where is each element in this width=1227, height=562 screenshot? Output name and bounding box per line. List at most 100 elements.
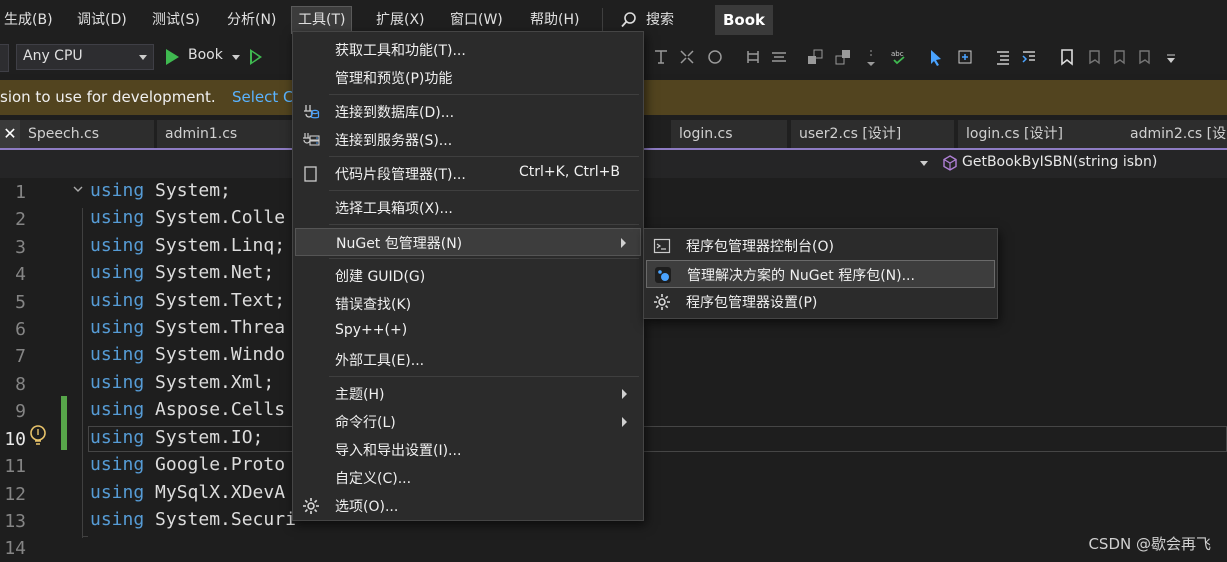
pointer-icon[interactable] <box>928 48 946 66</box>
code-line: using MySqlX.XDevA <box>90 482 286 503</box>
tab-user2-design[interactable]: user2.cs [设计] <box>791 120 954 148</box>
spellcheck-icon[interactable]: abc <box>890 48 908 66</box>
lightbulb-icon[interactable] <box>28 424 48 448</box>
snippet-icon <box>304 166 317 182</box>
menu-separator <box>329 258 639 259</box>
menu-item-command-line[interactable]: 命令行(L) <box>295 408 641 436</box>
indent-guide <box>82 208 83 538</box>
next-bookmark-icon[interactable] <box>1110 48 1128 66</box>
toolbar-overflow-icon[interactable] <box>1162 48 1180 66</box>
menu-item-package-console[interactable]: 程序包管理器控制台(O) <box>646 232 995 260</box>
menu-item-theme[interactable]: 主题(H) <box>295 380 641 408</box>
prev-bookmark-icon[interactable] <box>1084 48 1102 66</box>
align-center-icon[interactable] <box>770 48 788 66</box>
code-line: using Aspose.Cells <box>90 399 286 420</box>
tab-order-icon[interactable] <box>956 48 974 66</box>
menu-extensions[interactable]: 扩展(X) <box>370 7 431 33</box>
menu-item-spy[interactable]: Spy++(+) <box>295 318 641 346</box>
platform-value: Any CPU <box>23 48 83 64</box>
menu-separator <box>329 190 639 191</box>
line-number: 8 <box>15 374 26 395</box>
start-without-debug-icon[interactable] <box>250 49 262 65</box>
chevron-down-icon <box>139 55 147 60</box>
line-number: 6 <box>15 319 26 340</box>
menu-separator <box>329 94 639 95</box>
code-line-current: using System.IO; <box>90 427 264 448</box>
comment-icon[interactable] <box>1020 48 1038 66</box>
code-line: using System; <box>90 180 231 201</box>
code-line: using System.Windo <box>90 344 286 365</box>
close-icon[interactable]: ✕ <box>0 120 20 148</box>
info-link[interactable]: Select C <box>232 88 294 106</box>
menu-item-error-lookup[interactable]: 错误查找(K) <box>295 290 641 318</box>
code-line: using System.Linq; <box>90 235 286 256</box>
line-number: 12 <box>4 484 26 505</box>
more-options-icon[interactable] <box>862 48 880 66</box>
outline-icon[interactable] <box>994 48 1012 66</box>
gear-icon <box>654 294 670 310</box>
resize-icon[interactable] <box>678 48 696 66</box>
send-back-icon[interactable] <box>834 48 852 66</box>
line-number: 1 <box>15 182 26 203</box>
search-icon[interactable] <box>620 11 638 29</box>
indent-guide-end <box>82 536 88 537</box>
code-line: using System.Xml; <box>90 372 275 393</box>
menu-item-get-tools[interactable]: 获取工具和功能(T)... <box>295 36 641 64</box>
line-number: 9 <box>15 401 26 422</box>
change-indicator <box>61 396 67 450</box>
solution-title: Book <box>715 5 773 35</box>
menu-separator <box>329 376 639 377</box>
line-number: 11 <box>4 456 26 477</box>
line-number-current: 10 <box>4 429 26 450</box>
menu-item-options[interactable]: 选项(O)... <box>295 492 641 520</box>
menu-help[interactable]: 帮助(H) <box>524 7 585 33</box>
menu-tools[interactable]: 工具(T) <box>291 6 353 34</box>
tools-menu: 获取工具和功能(T)... 管理和预览(P)功能 连接到数据库(D)... 连接… <box>292 31 644 521</box>
zoom-icon[interactable] <box>706 48 724 66</box>
menu-item-nuget[interactable]: NuGet 包管理器(N) <box>295 228 641 256</box>
align-icon[interactable] <box>744 48 762 66</box>
menu-item-connect-database[interactable]: 连接到数据库(D)... <box>295 98 641 126</box>
tab-speech-cs[interactable]: Speech.cs <box>20 120 154 148</box>
search-label[interactable]: 搜索 <box>646 7 674 33</box>
menu-item-connect-server[interactable]: 连接到服务器(S)... <box>295 126 641 154</box>
menu-build[interactable]: 生成(B) <box>0 7 59 33</box>
gear-icon <box>303 498 319 514</box>
member-dropdown[interactable]: GetBookByISBN(string isbn) <box>962 154 1157 170</box>
menu-item-create-guid[interactable]: 创建 GUID(G) <box>295 262 641 290</box>
server-connect-icon <box>303 133 320 146</box>
line-number: 7 <box>15 346 26 367</box>
bring-front-icon[interactable] <box>806 48 824 66</box>
menu-window[interactable]: 窗口(W) <box>444 7 509 33</box>
chevron-down-icon[interactable] <box>920 161 928 166</box>
platform-combo[interactable]: Any CPU <box>16 44 154 70</box>
menu-analyze[interactable]: 分析(N) <box>221 7 282 33</box>
console-icon <box>653 238 671 254</box>
menu-item-manage-preview[interactable]: 管理和预览(P)功能 <box>295 64 641 92</box>
run-target-label: Book <box>188 47 223 63</box>
menu-item-package-settings[interactable]: 程序包管理器设置(P) <box>646 288 995 316</box>
menu-item-manage-nuget-packages[interactable]: 管理解决方案的 NuGet 程序包(N)... <box>646 260 995 288</box>
line-number: 2 <box>15 209 26 230</box>
menu-item-snippet-manager[interactable]: 代码片段管理器(T)... Ctrl+K, Ctrl+B <box>295 160 641 188</box>
menu-item-choose-toolbox[interactable]: 选择工具箱项(X)... <box>295 194 641 222</box>
menu-separator <box>329 224 639 225</box>
fold-toggle-icon[interactable] <box>73 184 83 194</box>
clear-bookmarks-icon[interactable] <box>1136 48 1154 66</box>
menu-test[interactable]: 测试(S) <box>146 7 206 33</box>
configuration-combo[interactable] <box>0 44 9 72</box>
menu-item-customize[interactable]: 自定义(C)... <box>295 464 641 492</box>
watermark: CSDN @歇会再飞 <box>1088 535 1211 553</box>
menu-separator <box>329 156 639 157</box>
menu-debug[interactable]: 调试(D) <box>71 7 133 33</box>
bookmark-icon[interactable] <box>1058 48 1076 66</box>
tab-admin2-design[interactable]: admin2.cs [设 <box>1122 120 1227 148</box>
menu-item-external-tools[interactable]: 外部工具(E)... <box>295 346 641 374</box>
menu-item-import-export[interactable]: 导入和导出设置(I)... <box>295 436 641 464</box>
tab-login-cs[interactable]: login.cs <box>671 120 787 148</box>
tab-login-design[interactable]: login.cs [设计] <box>958 120 1122 148</box>
indent-icon[interactable] <box>652 48 670 66</box>
code-line: using System.Text; <box>90 290 286 311</box>
play-icon <box>166 49 179 65</box>
code-line: using System.Threa <box>90 317 286 338</box>
